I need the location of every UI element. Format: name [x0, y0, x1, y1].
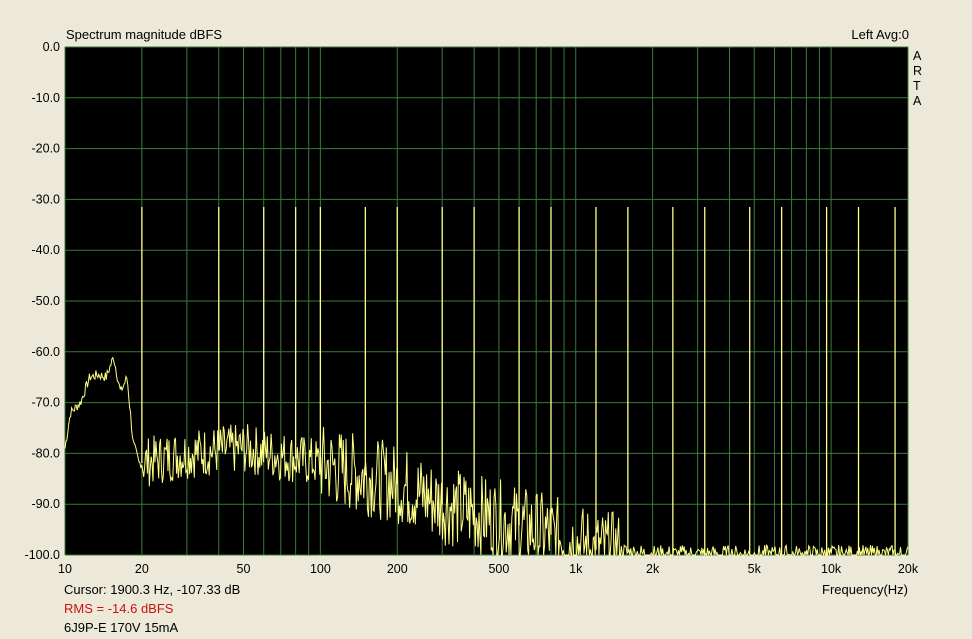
y-tick-label: -90.0 — [32, 497, 61, 511]
measurement-note: 6J9P-E 170V 15mA — [64, 620, 179, 635]
x-tick-label: 2k — [646, 562, 660, 576]
x-tick-label: 5k — [748, 562, 762, 576]
y-tick-label: -30.0 — [32, 192, 61, 206]
y-tick-label: -10.0 — [32, 91, 61, 105]
y-tick-label: -50.0 — [32, 294, 61, 308]
y-tick-label: -100.0 — [25, 548, 60, 562]
x-tick-label: 50 — [237, 562, 251, 576]
arta-brand: ARTA — [913, 49, 922, 108]
x-tick-label: 1k — [569, 562, 583, 576]
x-axis-label: Frequency(Hz) — [822, 582, 908, 597]
x-tick-label: 10 — [58, 562, 72, 576]
y-tick-label: -70.0 — [32, 396, 61, 410]
y-tick-label: -80.0 — [32, 446, 61, 460]
y-tick-label: -20.0 — [32, 142, 61, 156]
x-tick-label: 10k — [821, 562, 842, 576]
x-tick-label: 100 — [310, 562, 331, 576]
cursor-readout: Cursor: 1900.3 Hz, -107.33 dB — [64, 582, 241, 597]
x-tick-label: 20k — [898, 562, 919, 576]
y-tick-label: -60.0 — [32, 345, 61, 359]
x-tick-labels: 10 20 50 100 200 500 1k 2k 5k 10k 20k — [58, 562, 919, 576]
x-tick-label: 500 — [488, 562, 509, 576]
y-tick-label: -40.0 — [32, 243, 61, 257]
channel-info: Left Avg:0 — [851, 27, 909, 42]
spectrum-chart: 0.0 -10.0 -20.0 -30.0 -40.0 -50.0 -60.0 -70.0 -8… — [25, 40, 922, 576]
chart-title: Spectrum magnitude dBFS — [66, 27, 223, 42]
y-tick-labels: 0.0 -10.0 -20.0 -30.0 -40.0 -50.0 -60.0 -70.0 -8… — [25, 40, 60, 562]
x-tick-label: 200 — [387, 562, 408, 576]
rms-readout: RMS = -14.6 dBFS — [64, 601, 174, 616]
y-tick-label: 0.0 — [43, 40, 60, 54]
x-tick-label: 20 — [135, 562, 149, 576]
